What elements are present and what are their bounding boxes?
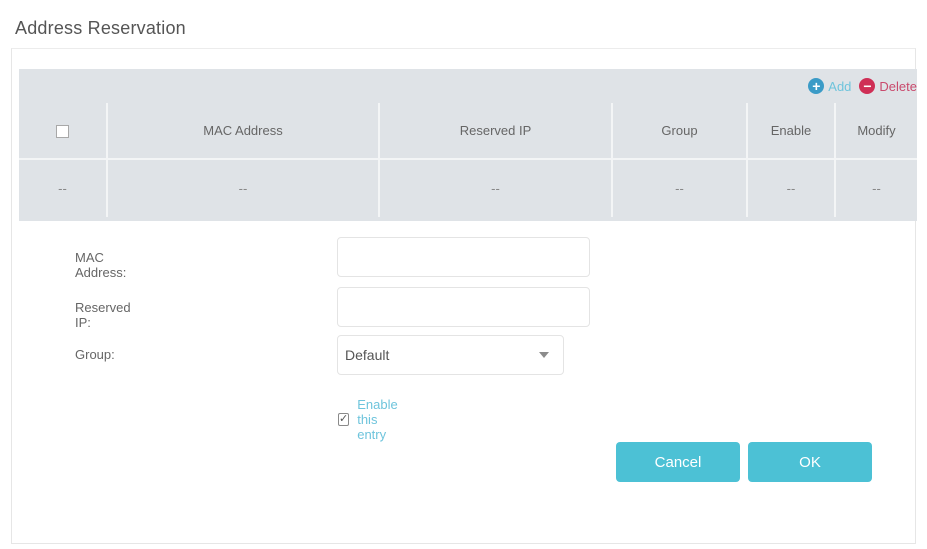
cancel-button[interactable]: Cancel bbox=[616, 442, 740, 482]
reserved-ip-input[interactable] bbox=[337, 287, 590, 327]
enable-entry-row[interactable]: ✓ Enable this entry bbox=[338, 397, 399, 442]
minus-circle-icon: − bbox=[859, 78, 876, 94]
table-toolbar: + Add − Delete bbox=[808, 69, 917, 103]
mac-address-label: MAC Address: bbox=[75, 250, 127, 280]
chevron-down-icon bbox=[539, 352, 549, 358]
column-header-enable: Enable bbox=[746, 103, 835, 160]
section-title: Address Reservation bbox=[15, 18, 186, 38]
group-select[interactable]: Default bbox=[337, 335, 564, 375]
table-cell-mac: -- bbox=[106, 159, 379, 217]
select-all-checkbox[interactable] bbox=[56, 125, 69, 139]
table-cell-modify: -- bbox=[834, 159, 917, 217]
address-reservation-page: Address Reservation + Add − Delete MAC A… bbox=[0, 0, 927, 549]
select-all-header[interactable] bbox=[19, 103, 107, 160]
add-button[interactable]: + Add bbox=[808, 78, 851, 94]
reserved-ip-label: Reserved IP: bbox=[75, 300, 131, 330]
delete-button-label: Delete bbox=[879, 78, 917, 94]
column-header-group: Group bbox=[611, 103, 747, 160]
group-selected-value: Default bbox=[345, 347, 390, 363]
table-cell-reserved-ip: -- bbox=[378, 159, 612, 217]
column-header-mac: MAC Address bbox=[106, 103, 379, 160]
ok-button[interactable]: OK bbox=[748, 442, 872, 482]
table-row: -- -- -- -- -- -- bbox=[19, 159, 917, 217]
table-header-row: MAC Address Reserved IP Group Enable Mod… bbox=[19, 103, 917, 160]
plus-circle-icon: + bbox=[808, 78, 825, 94]
delete-button[interactable]: − Delete bbox=[859, 78, 917, 94]
table-cell-select: -- bbox=[58, 181, 67, 196]
reservation-table: MAC Address Reserved IP Group Enable Mod… bbox=[19, 103, 917, 217]
enable-entry-label: Enable this entry bbox=[357, 397, 398, 442]
group-label: Group: bbox=[75, 347, 115, 362]
column-header-modify: Modify bbox=[834, 103, 917, 160]
table-cell-enable: -- bbox=[746, 159, 835, 217]
reservation-table-panel: + Add − Delete MAC Address Reserved IP G… bbox=[19, 69, 917, 221]
mac-address-input[interactable] bbox=[337, 237, 590, 277]
column-header-reserved-ip: Reserved IP bbox=[378, 103, 612, 160]
table-cell-group: -- bbox=[611, 159, 747, 217]
enable-entry-checkbox[interactable]: ✓ bbox=[338, 413, 350, 426]
add-button-label: Add bbox=[828, 78, 852, 94]
